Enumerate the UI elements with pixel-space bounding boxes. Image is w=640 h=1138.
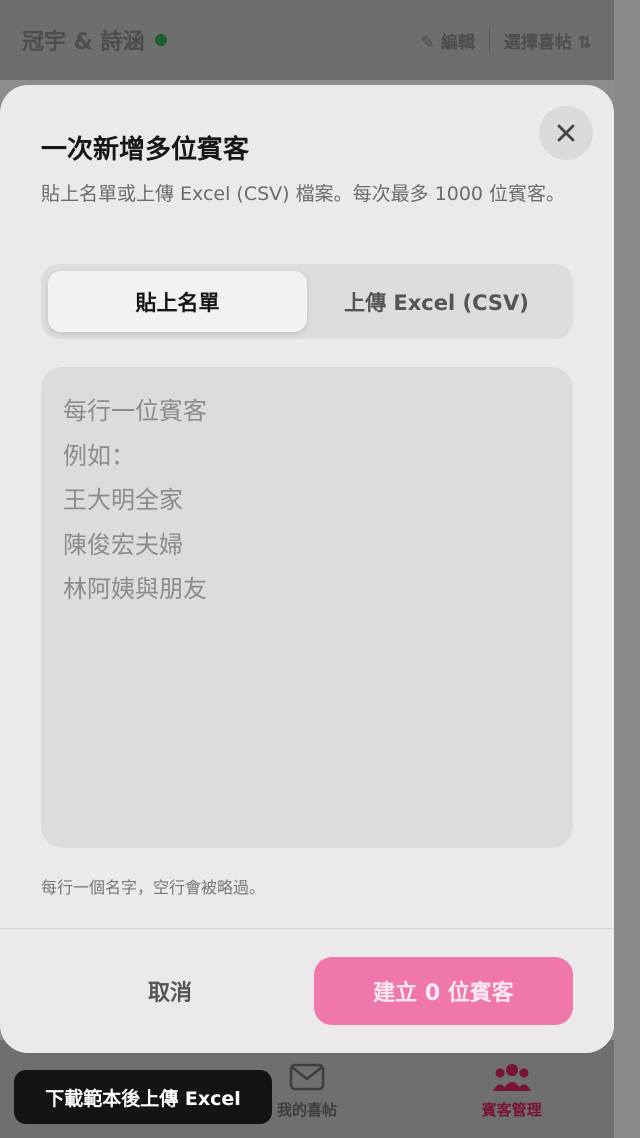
app-header: 冠宇 & 詩涵 ✎ 編輯 選擇喜帖 ⇅ <box>0 0 614 80</box>
pencil-icon: ✎ <box>420 32 435 53</box>
page-scrollbar[interactable] <box>614 0 640 1138</box>
input-hint: 每行一個名字，空行會被略過。 <box>41 878 266 897</box>
online-status-dot <box>154 34 167 46</box>
couple-title: 冠宇 & 詩涵 <box>22 30 145 55</box>
toast-message: 下載範本後上傳 Excel <box>14 1070 272 1124</box>
tab-paste-list[interactable]: 貼上名單 <box>48 271 307 332</box>
envelope-icon <box>289 1061 325 1093</box>
edit-button[interactable]: ✎ 編輯 <box>421 28 475 53</box>
guest-list-input[interactable] <box>41 367 573 848</box>
close-icon <box>557 124 575 142</box>
dialog-title: 一次新增多位賓客 <box>41 135 250 165</box>
cancel-button[interactable]: 取消 <box>41 957 299 1025</box>
footer-divider <box>0 928 614 929</box>
dialog-description: 貼上名單或上傳 Excel (CSV) 檔案。每次最多 1000 位賓客。 <box>41 183 566 205</box>
nav-label-my-invites: 我的喜帖 <box>276 1101 337 1119</box>
create-guests-button[interactable]: 建立 0 位賓客 <box>314 957 573 1025</box>
input-mode-tabs: 貼上名單 上傳 Excel (CSV) <box>41 264 573 339</box>
header-divider <box>488 28 490 52</box>
close-button[interactable] <box>539 106 593 160</box>
edit-label: 編輯 <box>440 32 475 53</box>
bulk-add-guests-dialog: 一次新增多位賓客 貼上名單或上傳 Excel (CSV) 檔案。每次最多 100… <box>0 85 614 1053</box>
nav-item-guest-management[interactable]: 賓客管理 <box>442 1061 582 1120</box>
nav-label-guest-management: 賓客管理 <box>481 1101 542 1119</box>
select-invite-label: 選擇喜帖 <box>503 32 572 53</box>
tab-upload-excel[interactable]: 上傳 Excel (CSV) <box>307 271 566 332</box>
people-icon <box>492 1061 532 1093</box>
sort-arrows-icon: ⇅ <box>577 32 592 53</box>
header-actions: ✎ 編輯 選擇喜帖 ⇅ <box>421 28 592 53</box>
select-invite-button[interactable]: 選擇喜帖 ⇅ <box>504 28 592 53</box>
